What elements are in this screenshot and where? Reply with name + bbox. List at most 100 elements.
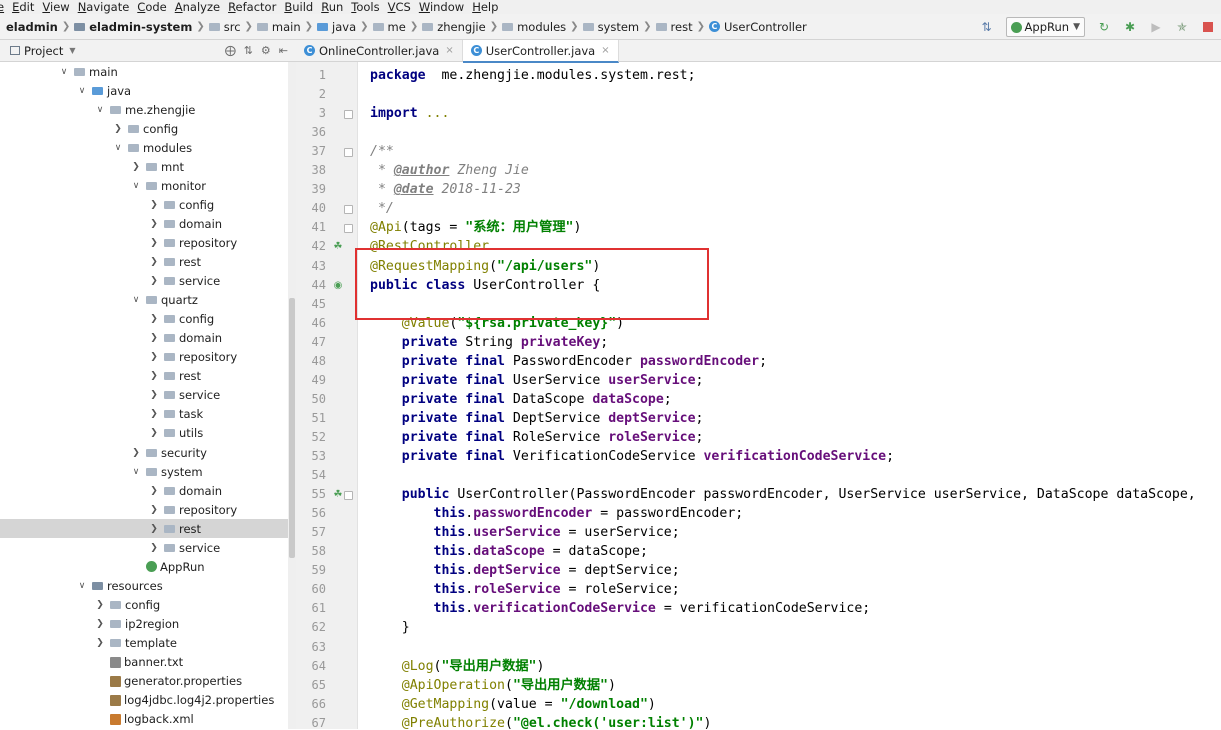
run-icon[interactable]: ▶ (1148, 19, 1164, 35)
menu-vcs[interactable]: VCS (380, 0, 411, 14)
chevron-down-icon[interactable]: ∨ (94, 105, 106, 115)
tree-item[interactable]: ∨ monitor (0, 176, 288, 195)
tree-scrollbar-thumb[interactable] (289, 298, 295, 558)
breadcrumb-item[interactable]: java ❯ (317, 20, 373, 34)
menu-refactor[interactable]: Refactor (220, 0, 276, 14)
tree-item[interactable]: ❯ domain (0, 481, 288, 500)
chevron-right-icon[interactable]: ❯ (112, 124, 124, 134)
tree-item[interactable]: logback.xml (0, 710, 288, 729)
chevron-right-icon[interactable]: ❯ (148, 200, 160, 210)
menu-help[interactable]: Help (464, 0, 498, 14)
chevron-right-icon[interactable]: ❯ (148, 409, 160, 419)
chevron-right-icon[interactable]: ❯ (148, 314, 160, 324)
tree-item[interactable]: ❯ template (0, 634, 288, 653)
debug-icon[interactable]: ✱ (1122, 19, 1138, 35)
chevron-right-icon[interactable]: ❯ (148, 524, 160, 534)
tree-item[interactable]: ∨ me.zhengjie (0, 100, 288, 119)
tree-item[interactable]: AppRun (0, 557, 288, 576)
menu-code[interactable]: Code (129, 0, 166, 14)
bean-gutter-icon[interactable]: ☘ (332, 241, 344, 253)
tree-item[interactable]: ∨ modules (0, 138, 288, 157)
chevron-right-icon[interactable]: ❯ (94, 600, 106, 610)
tree-item[interactable]: ∨ java (0, 81, 288, 100)
hide-icon[interactable]: ⇤ (279, 44, 288, 57)
breadcrumb-item[interactable]: C UserController (708, 20, 807, 34)
breadcrumb-item[interactable]: eladmin ❯ (6, 20, 74, 34)
breadcrumb-item[interactable]: zhengjie ❯ (422, 20, 502, 34)
tab-usercontroller-java[interactable]: C UserController.java × (462, 40, 619, 63)
chevron-right-icon[interactable]: ❯ (94, 619, 106, 629)
breadcrumb-item[interactable]: main ❯ (256, 20, 317, 34)
chevron-down-icon[interactable]: ∨ (130, 181, 142, 191)
tree-item[interactable]: ❯ repository (0, 233, 288, 252)
tree-item[interactable]: ❯ config (0, 195, 288, 214)
build-icon[interactable]: ⇅ (979, 19, 995, 35)
fold-marker-icon[interactable] (344, 205, 353, 215)
bean-gutter-icon[interactable]: ☘ (332, 489, 344, 501)
close-icon[interactable]: × (601, 45, 609, 56)
chevron-down-icon[interactable]: ∨ (76, 581, 88, 591)
fold-marker-icon[interactable] (344, 224, 353, 234)
tree-scrollbar[interactable] (288, 62, 296, 729)
tree-item[interactable]: ∨ resources (0, 576, 288, 595)
chevron-down-icon[interactable]: ∨ (130, 467, 142, 477)
collapse-icon[interactable]: ⇅ (244, 44, 253, 57)
tree-item[interactable]: ∨ system (0, 462, 288, 481)
rerun-icon[interactable]: ↻ (1096, 19, 1112, 35)
chevron-right-icon[interactable]: ❯ (148, 428, 160, 438)
coverage-icon[interactable]: ✯ (1174, 19, 1190, 35)
fold-marker-icon[interactable] (344, 491, 353, 501)
tree-item[interactable]: ❯ config (0, 595, 288, 614)
chevron-right-icon[interactable]: ❯ (148, 276, 160, 286)
breadcrumb-item[interactable]: eladmin-system ❯ (74, 20, 208, 34)
tree-item[interactable]: ❯ service (0, 538, 288, 557)
tree-item[interactable]: ❯ service (0, 386, 288, 405)
chevron-down-icon[interactable]: ∨ (112, 143, 124, 153)
tree-item[interactable]: ❯ service (0, 272, 288, 291)
menu-window[interactable]: Window (411, 0, 464, 14)
run-config-select[interactable]: AppRun ▼ (1005, 17, 1085, 37)
chevron-right-icon[interactable]: ❯ (148, 486, 160, 496)
chevron-right-icon[interactable]: ❯ (94, 638, 106, 648)
chevron-down-icon[interactable]: ∨ (76, 86, 88, 96)
tree-item[interactable]: ❯ utils (0, 424, 288, 443)
stop-icon[interactable] (1200, 19, 1216, 35)
menu-view[interactable]: View (34, 0, 69, 14)
tree-item[interactable]: ❯ rest (0, 253, 288, 272)
menu-analyze[interactable]: Analyze (167, 0, 220, 14)
tree-item[interactable]: ∨ quartz (0, 291, 288, 310)
chevron-right-icon[interactable]: ❯ (148, 543, 160, 553)
menu-edit[interactable]: Edit (4, 0, 34, 14)
menu-run[interactable]: Run (313, 0, 343, 14)
menu-tools[interactable]: Tools (343, 0, 379, 14)
tree-item[interactable]: ❯ rest (0, 519, 288, 539)
chevron-right-icon[interactable]: ❯ (148, 257, 160, 267)
tree-item[interactable]: generator.properties (0, 672, 288, 691)
tree-item[interactable]: banner.txt (0, 653, 288, 672)
tree-item[interactable]: ❯ config (0, 310, 288, 329)
tree-item[interactable]: ❯ repository (0, 500, 288, 519)
tree-item[interactable]: ❯ ip2region (0, 614, 288, 633)
class-gutter-icon[interactable]: ◉ (332, 280, 344, 292)
menu-navigate[interactable]: Navigate (70, 0, 130, 14)
breadcrumb-item[interactable]: rest ❯ (655, 20, 709, 34)
menu-build[interactable]: Build (276, 0, 313, 14)
tree-item[interactable]: ❯ repository (0, 348, 288, 367)
project-view-select[interactable]: Project ▼ (10, 44, 76, 58)
tree-item[interactable]: ❯ rest (0, 367, 288, 386)
chevron-right-icon[interactable]: ❯ (148, 219, 160, 229)
tree-item[interactable]: ❯ domain (0, 214, 288, 233)
chevron-right-icon[interactable]: ❯ (148, 238, 160, 248)
breadcrumb-item[interactable]: src ❯ (208, 20, 257, 34)
chevron-right-icon[interactable]: ❯ (130, 162, 142, 172)
fold-marker-icon[interactable] (344, 148, 353, 158)
tree-item[interactable]: ❯ domain (0, 329, 288, 348)
tree-item[interactable]: ∨ main (0, 62, 288, 81)
tree-item[interactable]: ❯ task (0, 405, 288, 424)
close-icon[interactable]: × (445, 45, 453, 56)
fold-marker-icon[interactable] (344, 110, 353, 120)
code-editor[interactable]: package me.zhengjie.modules.system.rest;… (358, 62, 1221, 729)
tree-item[interactable]: log4jdbc.log4j2.properties (0, 691, 288, 710)
chevron-right-icon[interactable]: ❯ (148, 371, 160, 381)
tree-item[interactable]: ❯ mnt (0, 157, 288, 176)
